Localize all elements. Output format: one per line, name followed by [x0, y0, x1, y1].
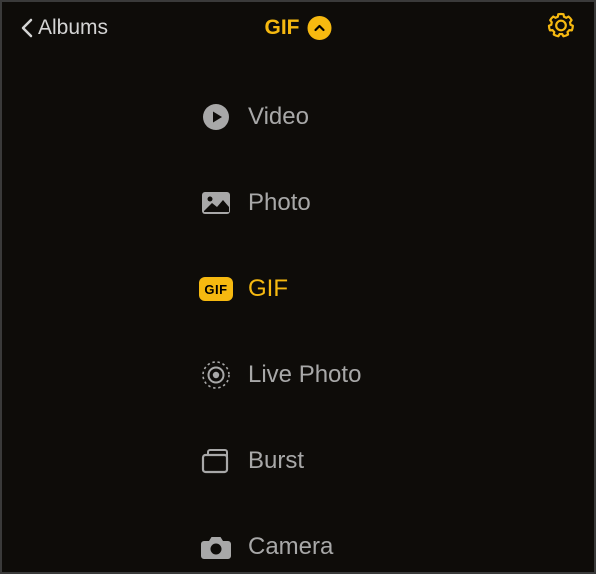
settings-button[interactable] [546, 11, 576, 46]
page-title: GIF [265, 16, 300, 40]
menu-item-burst[interactable]: Burst [198, 446, 398, 476]
photo-icon [198, 188, 234, 218]
header: Albums GIF [2, 2, 594, 54]
menu-item-gif[interactable]: GIF GIF [198, 274, 398, 304]
gif-icon: GIF [198, 274, 234, 304]
chevron-left-icon [20, 17, 34, 39]
menu-label: Camera [248, 533, 333, 561]
menu-label: Live Photo [248, 361, 361, 389]
play-icon [198, 102, 234, 132]
filter-menu: Video Photo GIF GIF Live Photo [2, 54, 594, 562]
menu-item-video[interactable]: Video [198, 102, 398, 132]
burst-icon [198, 446, 234, 476]
menu-item-photo[interactable]: Photo [198, 188, 398, 218]
header-title-group[interactable]: GIF [265, 16, 332, 40]
menu-label: Video [248, 103, 309, 131]
camera-icon [198, 532, 234, 562]
menu-item-live-photo[interactable]: Live Photo [198, 360, 398, 390]
back-button[interactable]: Albums [20, 16, 108, 40]
gear-icon [546, 11, 576, 46]
menu-label: GIF [248, 275, 288, 303]
menu-label: Photo [248, 189, 311, 217]
live-photo-icon [198, 360, 234, 390]
menu-item-camera[interactable]: Camera [198, 532, 398, 562]
back-label: Albums [38, 16, 108, 40]
menu-label: Burst [248, 447, 304, 475]
chevron-up-icon [308, 16, 332, 40]
